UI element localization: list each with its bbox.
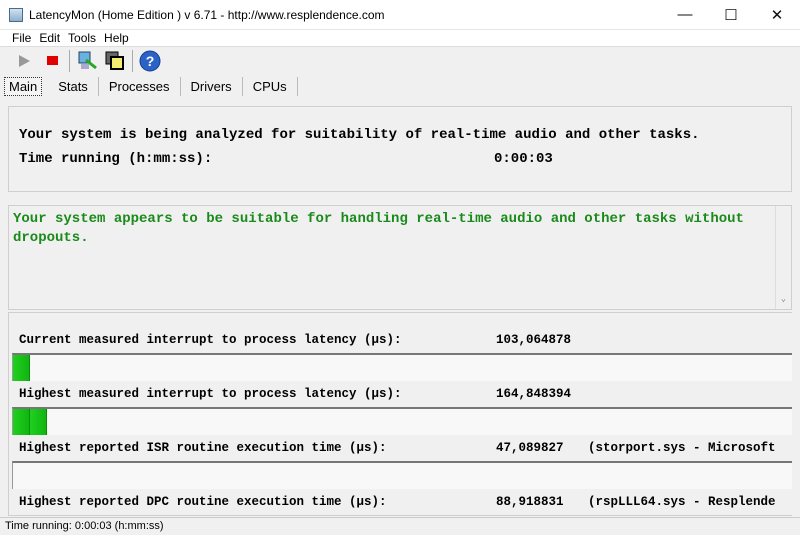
minimize-button[interactable]: — (662, 0, 708, 30)
meter-segment (13, 355, 30, 381)
menu-edit[interactable]: Edit (39, 31, 60, 45)
menu-file[interactable]: File (12, 31, 31, 45)
metric-value: 103,064878 (496, 333, 572, 347)
menu-help[interactable]: Help (104, 31, 129, 45)
latency-meter (12, 407, 792, 435)
help-icon[interactable]: ? (136, 49, 164, 73)
analyze-icon[interactable] (73, 49, 101, 73)
menu-tools[interactable]: Tools (68, 31, 96, 45)
metric-row: Highest measured interrupt to process la… (9, 381, 792, 407)
latency-meter (12, 353, 792, 381)
metric-value: 88,918831 (496, 495, 564, 509)
metric-row: Highest reported DPC routine execution t… (9, 489, 792, 515)
metric-value: 47,089827 (496, 441, 564, 455)
status-bar: Time running: 0:00:03 (h:mm:ss) (0, 517, 800, 535)
verdict-panel: Your system appears to be suitable for h… (8, 205, 792, 310)
metric-row: Highest reported ISR routine execution t… (9, 435, 792, 461)
metric-label: Highest reported DPC routine execution t… (19, 495, 387, 509)
stop-icon[interactable] (38, 49, 66, 73)
verdict-scrollbar[interactable]: ⌄ (775, 206, 791, 309)
toolbar: ? (0, 46, 800, 74)
metric-detail: (rspLLL64.sys - Resplende (588, 495, 776, 509)
tab-cpus[interactable]: CPUs (243, 76, 298, 96)
close-button[interactable]: ✕ (754, 0, 800, 30)
meter-segment (30, 409, 47, 435)
tab-bar: Main Stats Processes Drivers CPUs (0, 74, 800, 98)
app-icon (9, 7, 23, 22)
metrics-panel: Current measured interrupt to process la… (8, 312, 792, 516)
metric-value: 164,848394 (496, 387, 572, 401)
play-icon[interactable] (10, 49, 38, 73)
maximize-button[interactable]: ☐ (708, 0, 754, 30)
window-title: LatencyMon (Home Edition ) v 6.71 - http… (29, 7, 385, 22)
analysis-text: Your system is being analyzed for suitab… (19, 127, 700, 143)
windows-icon[interactable] (101, 49, 129, 73)
verdict-text: Your system appears to be suitable for h… (13, 211, 744, 246)
menu-bar: File Edit Tools Help (0, 30, 800, 46)
metric-label: Highest reported ISR routine execution t… (19, 441, 387, 455)
meter-segment (13, 409, 30, 435)
tab-stats[interactable]: Stats (48, 76, 99, 96)
analysis-panel: Your system is being analyzed for suitab… (8, 106, 792, 192)
metric-label: Highest measured interrupt to process la… (19, 387, 402, 401)
time-running-label: Time running (h:mm:ss): (19, 151, 213, 167)
svg-text:?: ? (146, 53, 155, 69)
tab-processes[interactable]: Processes (99, 76, 181, 96)
time-running-value: 0:00:03 (494, 151, 553, 167)
metric-detail: (storport.sys - Microsoft (588, 441, 776, 455)
tab-main[interactable]: Main (4, 76, 43, 96)
metric-label: Current measured interrupt to process la… (19, 333, 402, 347)
latency-meter (12, 461, 792, 489)
tab-drivers[interactable]: Drivers (181, 76, 243, 96)
metric-row: Current measured interrupt to process la… (9, 327, 792, 353)
toolbar-divider (69, 49, 70, 72)
title-bar: LatencyMon (Home Edition ) v 6.71 - http… (0, 0, 800, 30)
toolbar-divider (132, 49, 133, 72)
